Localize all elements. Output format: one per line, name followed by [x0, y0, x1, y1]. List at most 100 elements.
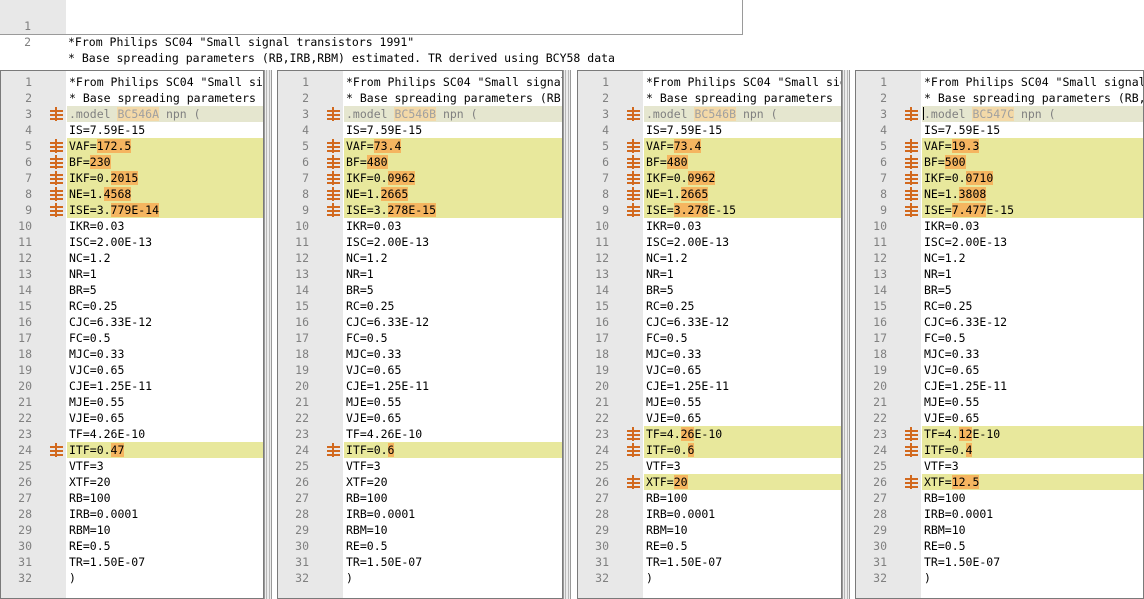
- line-text[interactable]: VTF=3: [67, 458, 263, 474]
- code-line[interactable]: 28 IRB=0.0001: [278, 506, 562, 522]
- line-text[interactable]: BF=230: [67, 154, 263, 170]
- diff-change-marker-icon[interactable]: [905, 475, 919, 489]
- code-line[interactable]: 15 RC=0.25: [856, 298, 1143, 314]
- diff-change-marker-icon[interactable]: [327, 187, 341, 201]
- code-line[interactable]: 17 FC=0.5: [578, 330, 841, 346]
- line-text[interactable]: *From Philips SC04 "Small signal transis…: [68, 34, 414, 50]
- line-text[interactable]: CJE=1.25E-11: [922, 378, 1143, 394]
- diff-change-marker-icon[interactable]: [327, 171, 341, 185]
- diff-change-marker-icon[interactable]: [905, 187, 919, 201]
- code-line[interactable]: 23 TF=4.26E-10: [278, 426, 562, 442]
- line-text[interactable]: CJE=1.25E-11: [67, 378, 263, 394]
- line-text[interactable]: IKR=0.03: [67, 218, 263, 234]
- diff-change-marker-icon[interactable]: [627, 475, 641, 489]
- line-text[interactable]: MJC=0.33: [644, 346, 841, 362]
- code-line[interactable]: 2 * Base spreading parameters (RB,IRB,RBM…: [856, 90, 1143, 106]
- line-text[interactable]: FC=0.5: [922, 330, 1143, 346]
- diff-change-marker-icon[interactable]: [50, 155, 64, 169]
- code-line[interactable]: 1 *From Philips SC04 "Small signal transi…: [278, 74, 562, 90]
- code-line[interactable]: 25 VTF=3: [1, 458, 263, 474]
- diff-change-marker-icon[interactable]: [627, 155, 641, 169]
- code-line[interactable]: 13 NR=1: [278, 266, 562, 282]
- code-line[interactable]: 21 MJE=0.55: [278, 394, 562, 410]
- code-line[interactable]: 24 ITF=0.4: [856, 442, 1143, 458]
- code-line[interactable]: 22 VJE=0.65: [856, 410, 1143, 426]
- line-text[interactable]: ISC=2.00E-13: [644, 234, 841, 250]
- line-text[interactable]: * Base spreading parameters (RB,IRB,RBM)…: [344, 90, 562, 106]
- code-line[interactable]: 1 *From Philips SC04 "Small signal transi…: [856, 74, 1143, 90]
- code-line[interactable]: 29 RBM=10: [1, 522, 263, 538]
- line-text[interactable]: XTF=20: [344, 474, 562, 490]
- compare-pane-3[interactable]: 1 *From Philips SC04 "Small signal transi…: [577, 70, 842, 599]
- code-line[interactable]: 16 CJC=6.33E-12: [856, 314, 1143, 330]
- code-line[interactable]: 5 VAF=73.4: [278, 138, 562, 154]
- line-text[interactable]: TF=4.12E-10: [922, 426, 1143, 442]
- line-text[interactable]: IKF=0.2015: [67, 170, 263, 186]
- code-line[interactable]: 8 NE=1.2665: [578, 186, 841, 202]
- code-line[interactable]: 23 TF=4.12E-10: [856, 426, 1143, 442]
- code-line[interactable]: 12 NC=1.2: [278, 250, 562, 266]
- line-text[interactable]: VTF=3: [922, 458, 1143, 474]
- line-text[interactable]: CJC=6.33E-12: [67, 314, 263, 330]
- code-line[interactable]: 7 IKF=0.0710: [856, 170, 1143, 186]
- line-text[interactable]: VJE=0.65: [67, 410, 263, 426]
- code-line[interactable]: 26 XTF=20: [278, 474, 562, 490]
- line-text[interactable]: NE=1.2665: [344, 186, 562, 202]
- diff-change-marker-icon[interactable]: [905, 155, 919, 169]
- line-text[interactable]: IS=7.59E-15: [644, 122, 841, 138]
- code-line[interactable]: 4 IS=7.59E-15: [856, 122, 1143, 138]
- code-line[interactable]: 14 BR=5: [278, 282, 562, 298]
- line-text[interactable]: MJC=0.33: [344, 346, 562, 362]
- line-text[interactable]: RC=0.25: [922, 298, 1143, 314]
- line-text[interactable]: CJE=1.25E-11: [344, 378, 562, 394]
- line-text[interactable]: BR=5: [344, 282, 562, 298]
- diff-change-marker-icon[interactable]: [627, 203, 641, 217]
- line-text[interactable]: NE=1.2665: [644, 186, 841, 202]
- code-line[interactable]: 3 .model BC546A npn (: [1, 106, 263, 122]
- compare-pane-2[interactable]: 1 *From Philips SC04 "Small signal transi…: [277, 70, 563, 599]
- line-text[interactable]: NC=1.2: [67, 250, 263, 266]
- line-text[interactable]: VJC=0.65: [644, 362, 841, 378]
- code-line[interactable]: 27 RB=100: [856, 490, 1143, 506]
- code-line[interactable]: 6 BF=230: [1, 154, 263, 170]
- line-text[interactable]: * Base spreading parameters (RB,IRB,RBM)…: [644, 90, 841, 106]
- line-text[interactable]: * Base spreading parameters (RB,IRB,RBM)…: [922, 90, 1143, 106]
- line-text[interactable]: FC=0.5: [344, 330, 562, 346]
- code-line[interactable]: 8 NE=1.4568: [1, 186, 263, 202]
- code-line[interactable]: 32): [278, 570, 562, 586]
- code-line[interactable]: 29 RBM=10: [278, 522, 562, 538]
- code-line[interactable]: 17 FC=0.5: [856, 330, 1143, 346]
- compare-pane-4[interactable]: 1 *From Philips SC04 "Small signal transi…: [855, 70, 1144, 599]
- code-line[interactable]: 12 NC=1.2: [856, 250, 1143, 266]
- code-line[interactable]: 22 VJE=0.65: [278, 410, 562, 426]
- code-line[interactable]: 2 * Base spreading parameters (RB,IRB,RBM…: [578, 90, 841, 106]
- line-text[interactable]: IKF=0.0710: [922, 170, 1143, 186]
- code-line[interactable]: 6 BF=480: [278, 154, 562, 170]
- code-line[interactable]: 11 ISC=2.00E-13: [278, 234, 562, 250]
- code-line[interactable]: 32): [578, 570, 841, 586]
- line-text[interactable]: NR=1: [644, 266, 841, 282]
- diff-change-marker-icon[interactable]: [50, 107, 64, 121]
- compare-pane-1[interactable]: 1 *From Philips SC04 "Small signal transi…: [0, 70, 264, 599]
- code-line[interactable]: 9 ISE=3.278E-15: [578, 202, 841, 218]
- code-line[interactable]: 2 * Base spreading parameters (RB,IRB,RBM…: [278, 90, 562, 106]
- line-text[interactable]: .model BC547C npn (: [922, 106, 1143, 122]
- code-line[interactable]: 26 XTF=12.5: [856, 474, 1143, 490]
- code-line[interactable]: 1 *From Philips SC04 "Small signal transi…: [578, 74, 841, 90]
- code-line[interactable]: 25 VTF=3: [856, 458, 1143, 474]
- line-text[interactable]: RC=0.25: [644, 298, 841, 314]
- code-line[interactable]: 19 VJC=0.65: [856, 362, 1143, 378]
- code-line[interactable]: 21 MJE=0.55: [1, 394, 263, 410]
- diff-change-marker-icon[interactable]: [327, 107, 341, 121]
- code-line[interactable]: 23 TF=4.26E-10: [1, 426, 263, 442]
- code-line[interactable]: 3 .model BC546B npn (: [278, 106, 562, 122]
- line-text[interactable]: ): [67, 570, 263, 586]
- line-text[interactable]: IRB=0.0001: [344, 506, 562, 522]
- code-lines[interactable]: 1 *From Philips SC04 "Small signal transi…: [278, 74, 562, 586]
- code-line[interactable]: 24 ITF=0.6: [278, 442, 562, 458]
- code-line[interactable]: 30 RE=0.5: [1, 538, 263, 554]
- line-text[interactable]: RE=0.5: [922, 538, 1143, 554]
- diff-change-marker-icon[interactable]: [905, 171, 919, 185]
- diff-change-marker-icon[interactable]: [50, 171, 64, 185]
- code-line[interactable]: 3 .model BC547C npn (: [856, 106, 1143, 122]
